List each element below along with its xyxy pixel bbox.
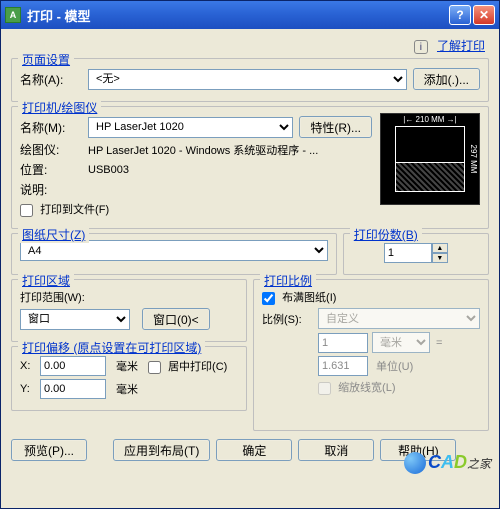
preview-button[interactable]: 预览(P)... [11, 439, 87, 461]
print-to-file-checkbox[interactable] [20, 204, 33, 217]
fit-to-paper-label[interactable]: 布满图纸(I) [262, 289, 336, 305]
copies-group: 打印份数(B) ▲ ▼ [343, 233, 489, 275]
scale-ratio-select: 自定义 [318, 308, 480, 329]
scale-den-input [318, 356, 368, 376]
paper-size-group: 图纸尺寸(Z) A4 [11, 233, 337, 275]
info-icon: i [414, 40, 428, 54]
scale-ratio-label: 比例(S): [262, 311, 318, 327]
scale-lw-label: 缩放线宽(L) [318, 379, 396, 395]
help-row: i 了解打印 [11, 35, 489, 58]
cancel-button[interactable]: 取消 [298, 439, 374, 461]
copies-spinner[interactable]: ▲ ▼ [384, 243, 448, 263]
page-setup-legend: 页面设置 [18, 51, 74, 68]
paper-size-legend: 图纸尺寸(Z) [18, 226, 89, 243]
titlebar: A 打印 - 模型 ? ✕ [1, 1, 499, 29]
offset-x-label: X: [20, 360, 40, 372]
scale-num-input [318, 333, 368, 353]
printer-name-label: 名称(M): [20, 119, 88, 136]
offset-y-input[interactable] [40, 379, 106, 399]
learn-print-link[interactable]: 了解打印 [437, 39, 485, 53]
copies-input[interactable] [384, 243, 432, 263]
printer-name-select[interactable]: HP LaserJet 1020 [88, 117, 293, 138]
print-area-legend: 打印区域 [18, 272, 74, 289]
desc-label: 说明: [20, 181, 88, 198]
close-button[interactable]: ✕ [473, 5, 495, 25]
window-pick-button[interactable]: 窗口(0)< [142, 308, 210, 330]
page-setup-group: 页面设置 名称(A): <无> 添加(.)... [11, 58, 489, 102]
scale-legend: 打印比例 [260, 272, 316, 289]
scale-lw-checkbox [318, 382, 331, 395]
offset-legend: 打印偏移 (原点设置在可打印区域) [18, 339, 205, 356]
preview-width-label: |← 210 MM →| [381, 115, 479, 124]
plotter-value: HP LaserJet 1020 - Windows 系统驱动程序 - ... [88, 142, 318, 158]
print-range-label: 打印范围(W): [20, 289, 85, 305]
help-button[interactable]: ? [449, 5, 471, 25]
dialog-content: i 了解打印 页面设置 名称(A): <无> 添加(.)... 打印机/绘图仪 … [1, 29, 499, 469]
offset-y-label: Y: [20, 383, 40, 395]
preview-height-label: 297 MM [469, 145, 478, 174]
page-name-select[interactable]: <无> [88, 69, 407, 90]
where-value: USB003 [88, 164, 129, 176]
printer-group: 打印机/绘图仪 名称(M): HP LaserJet 1020 特性(R)...… [11, 106, 489, 229]
copies-up-button[interactable]: ▲ [432, 243, 448, 253]
print-range-select[interactable]: 窗口 [20, 309, 130, 330]
offset-x-unit: 毫米 [116, 358, 138, 374]
print-area-group: 打印区域 打印范围(W): 窗口 窗口(0)< [11, 279, 247, 342]
apply-layout-button[interactable]: 应用到布局(T) [113, 439, 210, 461]
dialog-buttons: 预览(P)... 应用到布局(T) 确定 取消 帮助(H) [11, 435, 489, 461]
help-button-bottom[interactable]: 帮助(H) [380, 439, 456, 461]
offset-group: 打印偏移 (原点设置在可打印区域) X: 毫米 居中打印(C) Y: 毫米 [11, 346, 247, 411]
copies-down-button[interactable]: ▼ [432, 253, 448, 263]
ok-button[interactable]: 确定 [216, 439, 292, 461]
print-dialog: A 打印 - 模型 ? ✕ i 了解打印 页面设置 名称(A): <无> 添加(… [0, 0, 500, 509]
scale-den-unit: 单位(U) [376, 358, 413, 374]
scale-eq: = [436, 337, 442, 349]
page-name-label: 名称(A): [20, 71, 88, 88]
offset-y-unit: 毫米 [116, 381, 138, 397]
offset-x-input[interactable] [40, 356, 106, 376]
fit-to-paper-checkbox[interactable] [262, 292, 275, 305]
add-page-setup-button[interactable]: 添加(.)... [413, 68, 480, 90]
printer-legend: 打印机/绘图仪 [18, 99, 101, 116]
center-print-checkbox[interactable] [148, 361, 161, 374]
center-print-label[interactable]: 居中打印(C) [148, 358, 227, 374]
app-icon: A [5, 7, 21, 23]
where-label: 位置: [20, 161, 88, 178]
printer-properties-button[interactable]: 特性(R)... [299, 116, 372, 138]
scale-num-unit-select: 毫米 [372, 332, 430, 353]
paper-preview: |← 210 MM →| 297 MM [380, 113, 480, 205]
copies-legend: 打印份数(B) [350, 226, 422, 243]
window-title: 打印 - 模型 [27, 6, 447, 25]
paper-size-select[interactable]: A4 [20, 240, 328, 261]
print-to-file-label[interactable]: 打印到文件(F) [20, 201, 109, 217]
plotter-label: 绘图仪: [20, 141, 88, 158]
scale-group: 打印比例 布满图纸(I) 比例(S): 自定义 毫米 [253, 279, 489, 431]
